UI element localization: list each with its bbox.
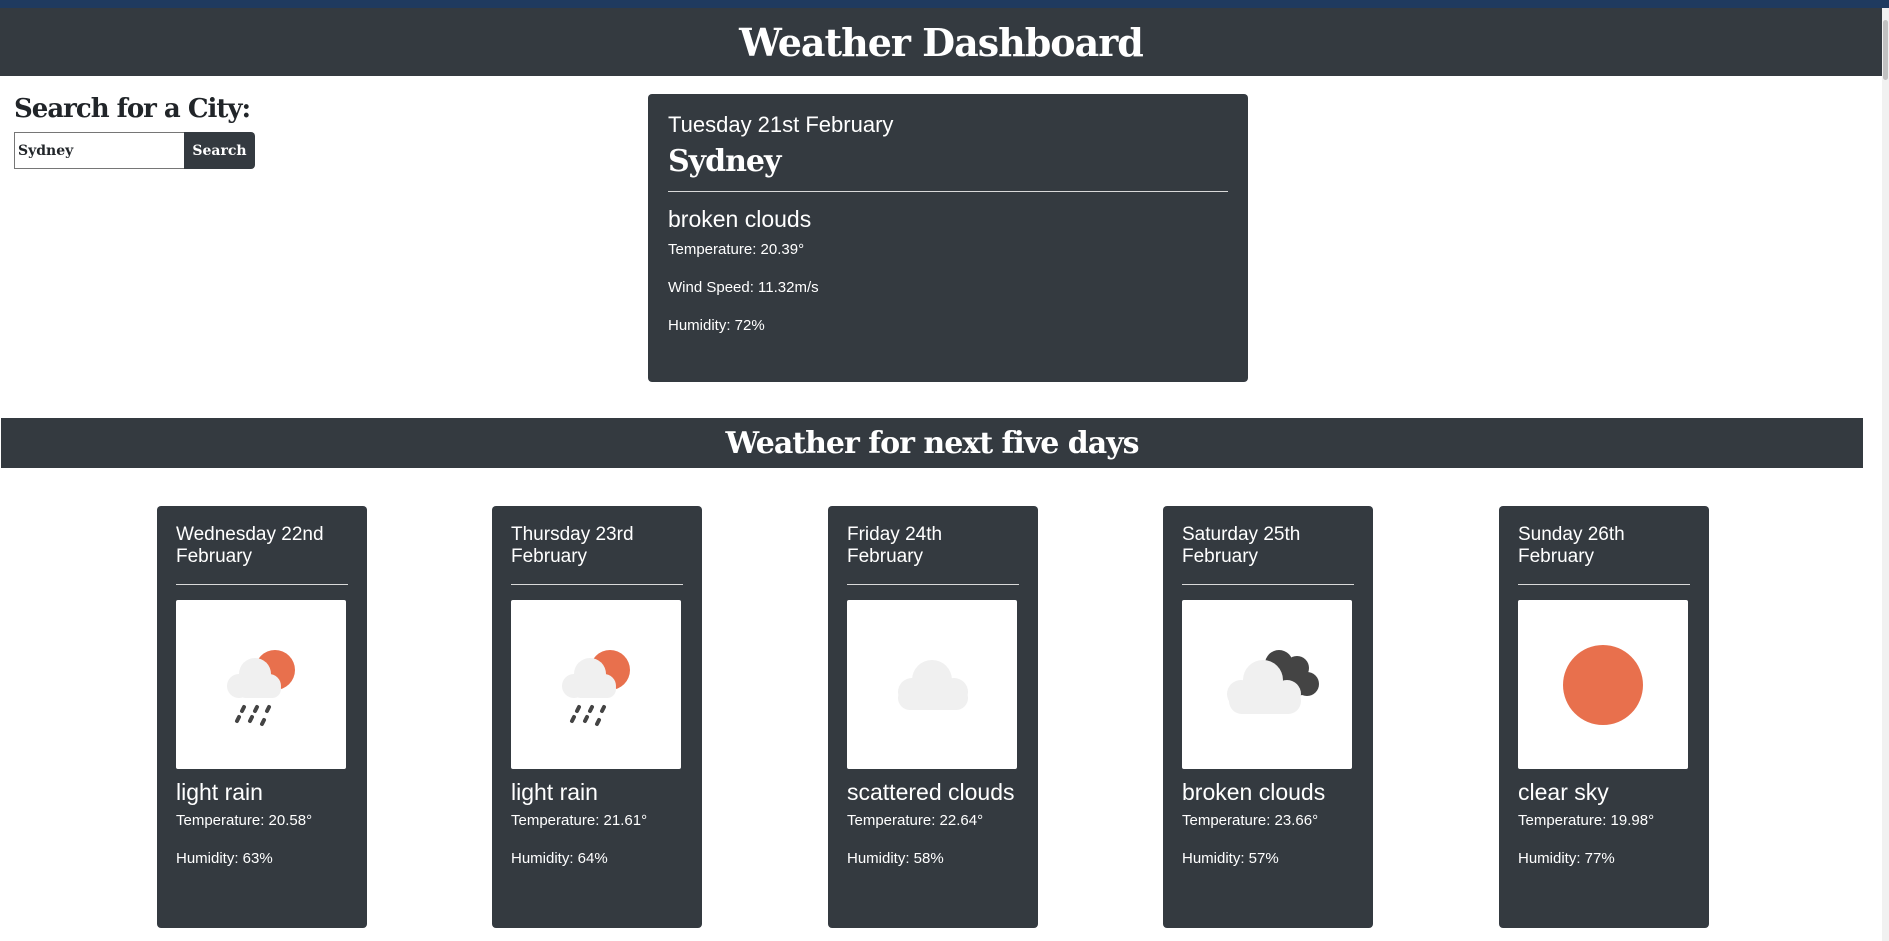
forecast-card-day-2: Thursday 23rd February light rain Temper… [492,506,702,928]
city-search-input[interactable] [14,132,184,169]
current-wind-speed: Wind Speed: 11.32m/s [668,279,819,296]
broken-clouds-icon [1227,649,1319,714]
forecast-temperature: Temperature: 23.66° [1182,812,1319,829]
forecast-date: Thursday 23rd February [511,524,634,567]
forecast-date: Friday 24th February [847,524,943,567]
current-city: Sydney [668,144,781,179]
forecast-description: clear sky [1518,779,1609,805]
search-row: Search [14,132,274,169]
forecast-card-day-3: Friday 24th February scattered clouds Te… [828,506,1038,928]
light-rain-icon [562,649,630,726]
forecast-humidity: Humidity: 63% [176,850,273,867]
page-header: Weather Dashboard [0,8,1882,76]
current-date: Tuesday 21st February [668,112,894,137]
scattered-clouds-icon [898,659,968,710]
forecast-description: light rain [176,779,263,805]
forecast-date: Sunday 26th February [1518,524,1625,567]
forecast-description: broken clouds [1182,779,1326,805]
scrollbar-thumb[interactable] [1883,20,1888,80]
forecast-description: light rain [511,779,598,805]
forecast-card-day-4: Saturday 25th February broken clouds Tem… [1163,506,1373,928]
page-title: Weather Dashboard [739,19,1144,65]
forecast-date: Saturday 25th February [1182,524,1301,567]
forecast-humidity: Humidity: 77% [1518,850,1615,867]
weather-icon-box [1518,600,1688,769]
forecast-humidity: Humidity: 57% [1182,850,1279,867]
forecast-title: Weather for next five days [725,425,1139,461]
forecast-humidity: Humidity: 58% [847,850,944,867]
forecast-card-day-5: Sunday 26th February clear sky Temperatu… [1499,506,1709,928]
search-button[interactable]: Search [184,132,255,169]
browser-top-strip [0,0,1889,8]
clear-sky-icon [1563,644,1643,725]
forecast-temperature: Temperature: 20.58° [176,812,313,829]
current-temperature: Temperature: 20.39° [668,241,805,258]
divider [668,191,1228,192]
forecast-temperature: Temperature: 22.64° [847,812,984,829]
forecast-header: Weather for next five days [1,418,1863,468]
current-humidity: Humidity: 72% [668,317,765,334]
forecast-humidity: Humidity: 64% [511,850,608,867]
divider [847,584,1019,585]
divider [176,584,348,585]
divider [1182,584,1354,585]
search-title: Search for a City: [14,94,251,124]
search-panel: Search for a City: Search [14,94,274,169]
forecast-description: scattered clouds [847,779,1015,805]
scrollbar[interactable] [1882,8,1889,941]
forecast-date: Wednesday 22nd February [176,524,324,567]
current-description: broken clouds [668,206,812,232]
current-weather-card: Tuesday 21st February Sydney broken clou… [648,94,1248,382]
weather-icon-box [176,600,346,769]
divider [511,584,683,585]
forecast-temperature: Temperature: 21.61° [511,812,648,829]
light-rain-icon [227,649,295,726]
divider [1518,584,1690,585]
weather-icon-box [511,600,681,769]
weather-icon-box [1182,600,1352,769]
forecast-card-day-1: Wednesday 22nd February light rain Tempe… [157,506,367,928]
forecast-temperature: Temperature: 19.98° [1518,812,1655,829]
weather-icon-box [847,600,1017,769]
